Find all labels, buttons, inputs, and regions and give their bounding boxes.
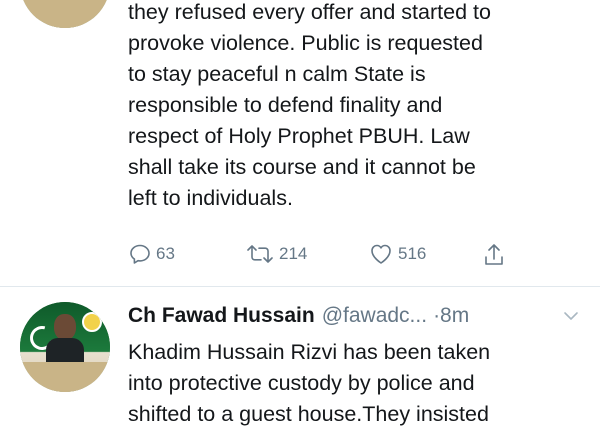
tweet-header: Ch Fawad Hussain @fawadc... ·8m: [128, 301, 588, 331]
like-button[interactable]: 516: [368, 242, 426, 266]
tweet-text: they refused every offer and started to …: [128, 0, 588, 214]
emblem-icon: [82, 312, 102, 332]
tweet-line: responsible to defend finality and: [128, 93, 443, 117]
share-icon: [482, 242, 506, 268]
tweet-line: shifted to a guest house.They insisted: [128, 402, 489, 426]
tweet-line: left to individuals.: [128, 186, 293, 210]
chevron-down-icon[interactable]: [562, 305, 580, 329]
tweet-actions: 63 214 516: [128, 242, 588, 272]
reply-icon: [128, 242, 152, 266]
reply-button[interactable]: 63: [128, 242, 175, 266]
tweet-timestamp[interactable]: ·8m: [433, 304, 469, 328]
tweet-line: shall take its course and it cannot be: [128, 155, 476, 179]
avatar-body: [46, 338, 84, 364]
heart-icon: [368, 242, 394, 266]
tweet-line: to stay peaceful n calm State is: [128, 62, 426, 86]
retweet-count: 214: [279, 244, 308, 263]
avatar-face: [54, 314, 76, 340]
tweet-text: Khadim Hussain Rizvi has been taken into…: [128, 337, 588, 430]
avatar-desk: [20, 0, 110, 28]
retweet-icon: [245, 242, 275, 266]
tweet-line: they refused every offer and started to: [128, 0, 491, 24]
reply-count: 63: [156, 244, 175, 263]
author-handle[interactable]: @fawadc...: [322, 304, 427, 328]
retweet-button[interactable]: 214: [245, 242, 307, 266]
author-avatar[interactable]: [20, 302, 110, 392]
avatar-desk: [20, 362, 110, 392]
tweet-line: respect of Holy Prophet PBUH. Law: [128, 124, 470, 148]
author-avatar[interactable]: [20, 0, 110, 28]
author-name[interactable]: Ch Fawad Hussain: [128, 304, 315, 328]
tweet-line: into protective custody by police and: [128, 371, 475, 395]
share-button[interactable]: [482, 242, 506, 268]
tweet-line: Khadim Hussain Rizvi has been taken: [128, 340, 491, 364]
tweet-divider: [0, 286, 600, 287]
like-count: 516: [398, 244, 427, 263]
tweet-line: provoke violence. Public is requested: [128, 31, 483, 55]
